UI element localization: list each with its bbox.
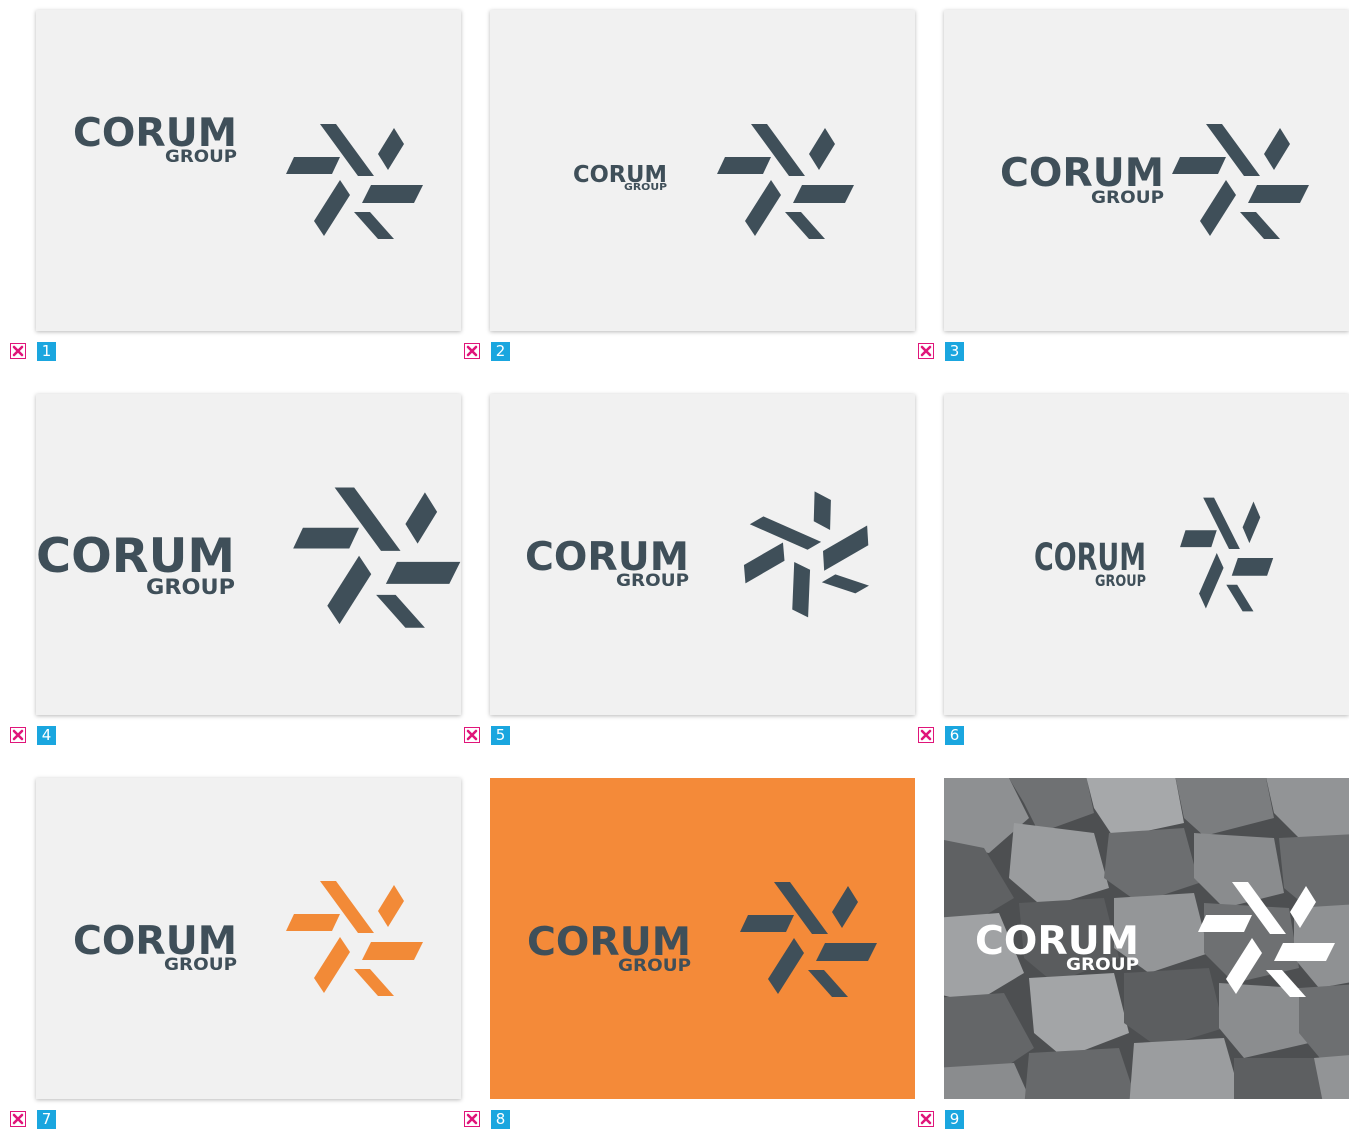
brand-subtitle: GROUP [1066,955,1139,975]
item-number-badge[interactable]: 9 [945,1110,964,1129]
close-x-icon [12,1113,24,1125]
corum-star-icon [286,881,423,996]
close-x-icon [920,1113,932,1125]
delete-button[interactable] [918,1111,934,1127]
corum-star-icon [1172,124,1309,239]
logo-preview-card[interactable]: CORUM GROUP [944,10,1349,331]
logo-preview-card[interactable]: CORUM GROUP [36,778,461,1099]
logo-artwork: CORUM GROUP [73,111,423,239]
logo-variant-gallery: CORUM GROUP 1 CORUM GROUP 2 CORUM GROUP … [0,0,1349,1129]
close-x-icon [920,729,932,741]
brand-subtitle: GROUP [616,571,689,591]
logo-artwork: CORUM GROUP [944,778,1349,1099]
gallery-item: CORUM GROUP 7 [10,778,461,1138]
brand-subtitle: GROUP [1091,188,1164,208]
logo-artwork: CORUM GROUP [73,881,423,996]
delete-button[interactable] [464,1111,480,1127]
close-x-icon [12,345,24,357]
logo-artwork: CORUM GROUP [36,487,461,628]
close-x-icon [466,345,478,357]
brand-subtitle: GROUP [624,182,667,193]
corum-star-icon [743,491,869,618]
item-number-badge[interactable]: 2 [491,342,510,361]
corum-star-icon [286,124,423,239]
logo-preview-card[interactable]: CORUM GROUP [490,778,915,1099]
delete-button[interactable] [918,343,934,359]
logo-preview-card[interactable]: CORUM GROUP [944,394,1349,715]
logo-artwork: CORUM GROUP [573,124,854,239]
corum-star-icon [740,882,877,997]
item-number-badge[interactable]: 4 [37,726,56,745]
logo-preview-card[interactable]: CORUM GROUP [490,394,915,715]
item-number-badge[interactable]: 7 [37,1110,56,1129]
gallery-item: CORUM GROUP 6 [918,394,1349,754]
delete-button[interactable] [464,343,480,359]
logo-preview-card[interactable]: CORUM GROUP [944,778,1349,1099]
gallery-item: CORUM GROUP 3 [918,10,1349,370]
brand-subtitle: GROUP [1095,571,1146,590]
logo-artwork: CORUM GROUP [1000,124,1309,239]
logo-artwork: CORUM GROUP [1034,497,1274,612]
corum-star-icon [293,487,461,628]
brand-subtitle: GROUP [165,147,237,167]
gallery-item: CORUM GROUP 1 [10,10,461,370]
logo-artwork: CORUM GROUP [527,882,877,997]
gallery-item: CORUM GROUP 4 [10,394,461,754]
item-number-badge[interactable]: 3 [945,342,964,361]
delete-button[interactable] [464,727,480,743]
logo-artwork: CORUM GROUP [525,491,869,618]
delete-button[interactable] [10,343,26,359]
close-x-icon [466,1113,478,1125]
gallery-item: CORUM GROUP 8 [464,778,915,1138]
close-x-icon [12,729,24,741]
brand-subtitle: GROUP [164,955,237,975]
delete-button[interactable] [10,1111,26,1127]
logo-preview-card[interactable]: CORUM GROUP [36,10,461,331]
corum-star-icon [1180,497,1274,612]
gallery-item: CORUM GROUP 2 [464,10,915,370]
corum-star-icon [717,124,854,239]
brand-subtitle: GROUP [618,956,691,976]
delete-button[interactable] [918,727,934,743]
gallery-item: CORUM GROUP 9 [918,778,1349,1138]
item-number-badge[interactable]: 8 [491,1110,510,1129]
item-number-badge[interactable]: 1 [37,342,56,361]
item-number-badge[interactable]: 6 [945,726,964,745]
logo-preview-card[interactable]: CORUM GROUP [36,394,461,715]
logo-preview-card[interactable]: CORUM GROUP [490,10,915,331]
close-x-icon [466,729,478,741]
item-number-badge[interactable]: 5 [491,726,510,745]
gallery-item: CORUM GROUP 5 [464,394,915,754]
brand-subtitle: GROUP [146,575,235,599]
delete-button[interactable] [10,727,26,743]
close-x-icon [920,345,932,357]
